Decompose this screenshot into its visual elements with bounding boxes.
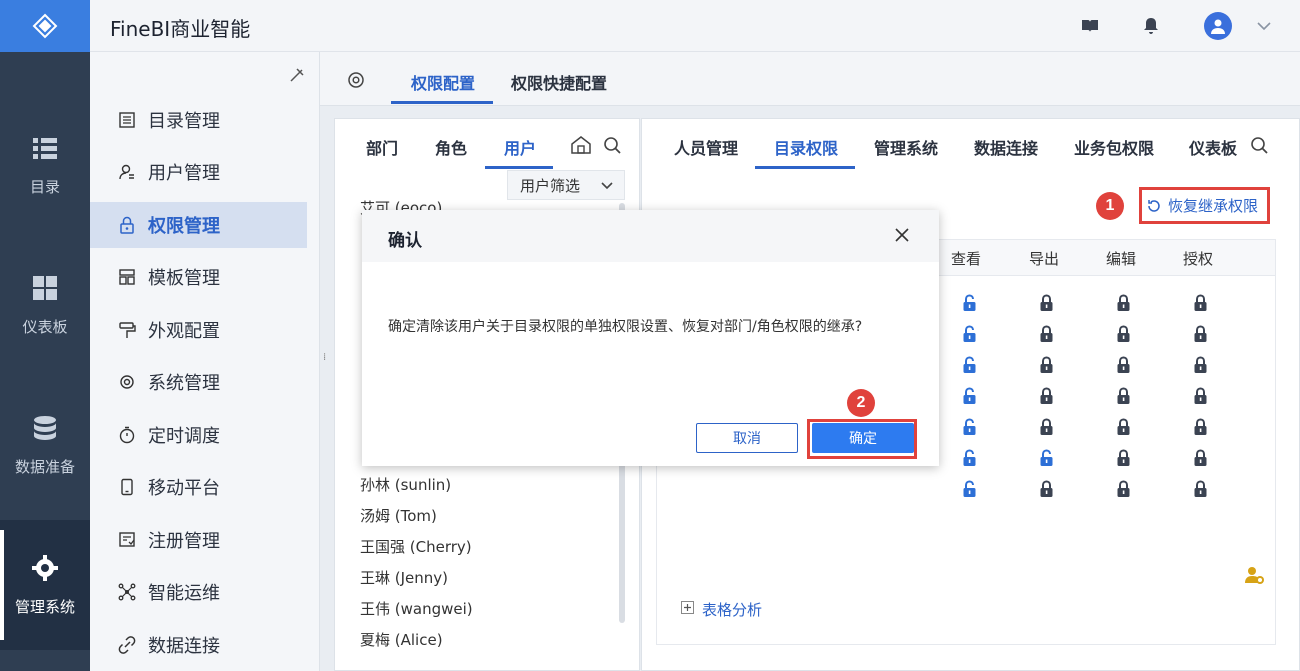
dialog-header: 确认 [362, 210, 939, 262]
step-badge-2: 2 [847, 389, 875, 417]
close-icon[interactable] [893, 226, 911, 244]
dialog-message: 确定清除该用户关于目录权限的单独权限设置、恢复对部门/角色权限的继承? [388, 319, 863, 335]
dialog-title: 确认 [388, 231, 422, 251]
cancel-button[interactable]: 取消 [696, 423, 798, 453]
highlight-box-confirm [807, 419, 917, 459]
